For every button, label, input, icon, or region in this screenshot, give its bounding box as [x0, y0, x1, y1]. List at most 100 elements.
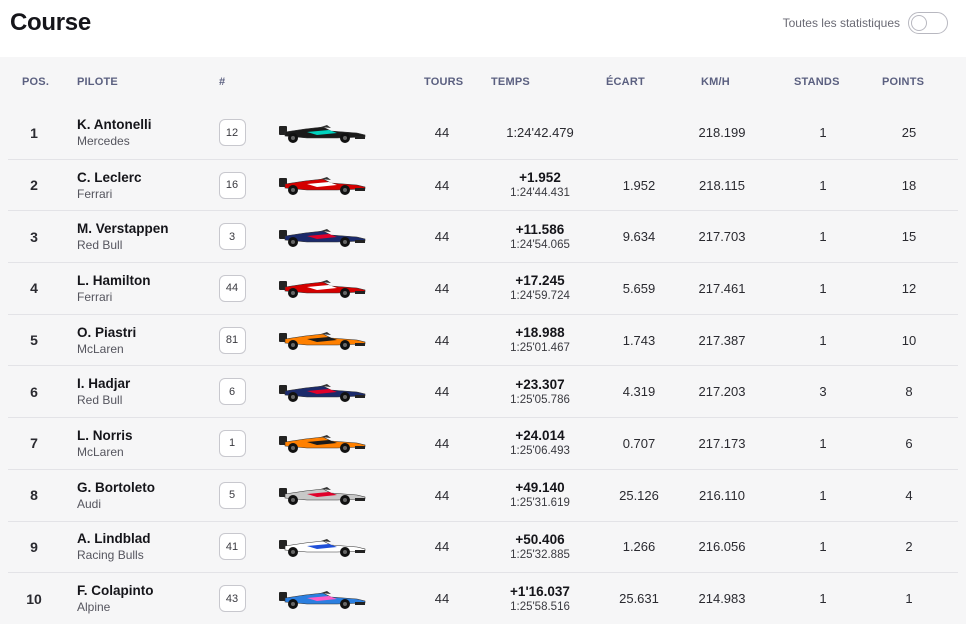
car-cell: [276, 522, 368, 573]
results-table: POS. PILOTE # TOURS TEMPS ÉCART KM/H STA…: [8, 57, 958, 624]
number-cell: 41: [218, 522, 246, 573]
car-cell: [276, 160, 368, 211]
number-cell: 16: [218, 160, 246, 211]
laps: 44: [434, 591, 450, 607]
car-number-badge: 1: [218, 429, 246, 457]
column-header-time[interactable]: TEMPS: [491, 76, 530, 88]
car-number-badge: 5: [218, 481, 246, 509]
position: 7: [30, 435, 38, 452]
interval: 1.743: [622, 332, 656, 348]
race-time: 1:24'59.724: [510, 290, 570, 303]
page-title: Course: [10, 9, 91, 36]
driver-name[interactable]: O. Piastri: [77, 324, 136, 341]
laps: 44: [434, 384, 450, 400]
laps: 44: [434, 229, 450, 245]
driver-name[interactable]: K. Antonelli: [77, 116, 152, 133]
driver-name[interactable]: F. Colapinto: [77, 582, 154, 599]
car-cell: [276, 366, 368, 417]
table-row[interactable]: 6 I. Hadjar Red Bull 6 44 +23.307 1:25'0…: [8, 365, 958, 417]
speed-kmh: 217.173: [698, 435, 746, 451]
table-header: POS. PILOTE # TOURS TEMPS ÉCART KM/H STA…: [8, 57, 958, 107]
points: 1: [905, 591, 913, 607]
driver-name[interactable]: L. Hamilton: [77, 272, 151, 289]
column-header-gap[interactable]: ÉCART: [606, 76, 645, 88]
driver-name[interactable]: I. Hadjar: [77, 375, 130, 392]
driver-name[interactable]: G. Bortoleto: [77, 479, 155, 496]
table-row[interactable]: 9 A. Lindblad Racing Bulls 41 44 +50.406…: [8, 520, 958, 573]
position: 10: [26, 590, 42, 607]
number-cell: 81: [218, 315, 246, 366]
column-header-laps[interactable]: TOURS: [424, 76, 463, 88]
team-name: Mercedes: [77, 134, 130, 149]
time-cell: +17.245 1:24'59.724: [486, 263, 594, 314]
table-row[interactable]: 2 C. Leclerc Ferrari 16 44 +1.952 1:24'4…: [8, 158, 958, 211]
laps: 44: [434, 332, 450, 348]
car-icon-mclaren: [279, 332, 366, 351]
gap-to-leader: +17.245: [515, 273, 565, 289]
gap-to-leader: +18.988: [515, 325, 565, 341]
interval: 4.319: [622, 384, 656, 400]
race-time: 1:25'05.786: [510, 393, 570, 406]
all-stats-toggle-label: Toutes les statistiques: [782, 16, 900, 30]
position: 6: [30, 383, 38, 400]
table-row[interactable]: 4 L. Hamilton Ferrari 44 44 +17.245 1:24…: [8, 262, 958, 314]
column-header-points[interactable]: POINTS: [882, 76, 924, 88]
pit-stops: 1: [819, 332, 827, 348]
table-body: 1 K. Antonelli Mercedes 12 44 1:24'42.47…: [8, 107, 958, 624]
speed-kmh: 217.461: [698, 280, 746, 296]
number-cell: 6: [218, 366, 246, 417]
position: 2: [30, 177, 38, 194]
car-icon-audi: [279, 487, 366, 506]
speed-kmh: 217.387: [698, 332, 746, 348]
driver-name[interactable]: M. Verstappen: [77, 220, 169, 237]
position: 3: [30, 228, 38, 245]
interval: 25.631: [619, 591, 659, 607]
race-time: 1:25'01.467: [510, 342, 570, 355]
table-row[interactable]: 5 O. Piastri McLaren 81 44 +18.988 1:25'…: [8, 313, 958, 366]
driver-name[interactable]: C. Leclerc: [77, 169, 142, 186]
laps: 44: [434, 487, 450, 503]
number-cell: 43: [218, 573, 246, 624]
points: 8: [905, 384, 913, 400]
time-cell: +50.406 1:25'32.885: [486, 522, 594, 573]
time-cell: 1:24'42.479: [486, 107, 594, 159]
driver-cell: I. Hadjar Red Bull: [77, 366, 217, 417]
race-time: 1:24'54.065: [510, 238, 570, 251]
car-number-badge: 3: [218, 223, 246, 251]
table-row[interactable]: 3 M. Verstappen Red Bull 3 44 +11.586 1:…: [8, 210, 958, 262]
column-header-pos[interactable]: POS.: [22, 76, 49, 88]
column-header-number[interactable]: #: [219, 76, 225, 88]
number-cell: 44: [218, 263, 246, 314]
table-row[interactable]: 10 F. Colapinto Alpine 43 44 +1'16.037 1…: [8, 572, 958, 624]
column-header-driver[interactable]: PILOTE: [77, 76, 118, 88]
gap-to-leader: +11.586: [515, 221, 565, 237]
speed-kmh: 218.199: [698, 125, 746, 141]
laps: 44: [434, 177, 450, 193]
points: 12: [901, 280, 917, 296]
time-cell: +11.586 1:24'54.065: [486, 211, 594, 262]
column-header-stops[interactable]: STANDS: [794, 76, 840, 88]
column-header-speed[interactable]: KM/H: [701, 76, 730, 88]
table-row[interactable]: 7 L. Norris McLaren 1 44 +24.014 1:25'06…: [8, 417, 958, 469]
car-cell: [276, 315, 368, 366]
time-cell: +23.307 1:25'05.786: [486, 366, 594, 417]
car-icon-racingbulls: [279, 538, 366, 557]
interval: 1.266: [622, 539, 656, 555]
time-cell: +18.988 1:25'01.467: [486, 315, 594, 366]
pit-stops: 1: [819, 280, 827, 296]
table-row[interactable]: 8 G. Bortoleto Audi 5 44 +49.140 1:25'31…: [8, 468, 958, 521]
driver-name[interactable]: A. Lindblad: [77, 530, 151, 547]
driver-name[interactable]: L. Norris: [77, 427, 133, 444]
pit-stops: 1: [819, 229, 827, 245]
pit-stops: 1: [819, 177, 827, 193]
points: 4: [905, 487, 913, 503]
car-icon-redbull: [279, 383, 366, 402]
speed-kmh: 216.056: [698, 539, 746, 555]
driver-cell: G. Bortoleto Audi: [77, 470, 217, 521]
interval: [608, 107, 670, 159]
speed-kmh: 217.203: [698, 384, 746, 400]
driver-cell: C. Leclerc Ferrari: [77, 160, 217, 211]
table-row[interactable]: 1 K. Antonelli Mercedes 12 44 1:24'42.47…: [8, 107, 958, 159]
car-cell: [276, 573, 368, 624]
all-stats-toggle[interactable]: [908, 12, 948, 34]
